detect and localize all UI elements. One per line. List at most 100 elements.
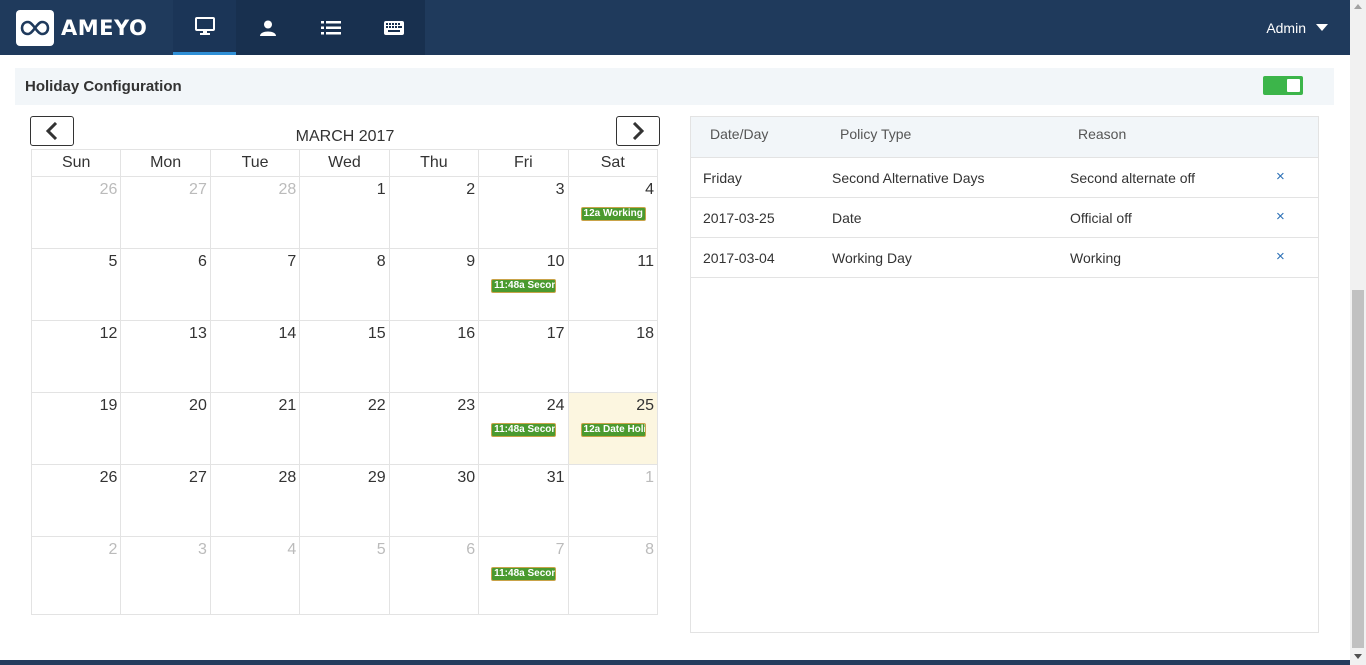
calendar-day[interactable]: 20 [120, 392, 211, 465]
day-number: 3 [197, 541, 207, 558]
calendar-day[interactable]: 7 11:48a Second Alternative Days [478, 536, 569, 615]
calendar-day[interactable]: 8 [299, 248, 390, 321]
calendar-day[interactable]: 3 [120, 536, 211, 615]
calendar-day[interactable]: 7 [209, 248, 301, 321]
policy-row[interactable]: 2017-03-04 Working Day Working × [691, 238, 1318, 278]
chevron-right-icon [632, 122, 645, 140]
tab-keyboard[interactable] [362, 0, 425, 55]
infinity-icon [16, 10, 54, 46]
calendar-day[interactable]: 22 [299, 392, 390, 465]
day-number: 29 [367, 469, 386, 486]
day-number: 7 [287, 253, 297, 270]
calendar-day[interactable]: 14 [209, 320, 301, 393]
calendar-day[interactable]: 13 [120, 320, 211, 393]
policy-type: Working Day [832, 250, 912, 266]
day-number: 26 [99, 469, 118, 486]
calendar-week: 5 6 7 8 9 10 11:48a Second Alternative Da… [30, 248, 659, 321]
calendar-day[interactable]: 2 [388, 176, 480, 249]
calendar-day[interactable]: 4 [209, 536, 301, 615]
policy-date: 2017-03-04 [703, 250, 775, 266]
calendar-day[interactable]: 1 [567, 464, 659, 537]
monitor-icon [194, 17, 215, 35]
calendar-day[interactable]: 26 [30, 464, 122, 537]
day-number: 22 [367, 397, 386, 414]
tab-list[interactable] [299, 0, 362, 55]
policy-date: 2017-03-25 [703, 210, 775, 226]
calendar-day[interactable]: 5 [299, 536, 390, 615]
calendar-day[interactable]: 16 [388, 320, 480, 393]
calendar-day[interactable]: 6 [388, 536, 480, 615]
day-number: 18 [636, 325, 654, 342]
calendar-day[interactable]: 21 [209, 392, 301, 465]
user-menu[interactable]: Admin [1266, 0, 1328, 55]
calendar-day-today[interactable]: 25 12a Date Holiday [567, 392, 659, 465]
calendar-event[interactable]: 12a Working Day [580, 207, 646, 221]
calendar-day[interactable]: 31 [478, 464, 569, 537]
scrollbar-thumb[interactable] [1352, 290, 1364, 648]
calendar-day[interactable]: 19 [30, 392, 122, 465]
calendar-week: 26 27 28 1 2 3 4 12a Working Day [30, 176, 659, 249]
calendar-event[interactable]: 11:48a Second Alternative Days [491, 423, 557, 437]
calendar-day[interactable]: 12 [30, 320, 122, 393]
calendar-day[interactable]: 11 [567, 248, 659, 321]
day-number: 1 [376, 181, 386, 198]
calendar-day[interactable]: 26 [30, 176, 122, 249]
list-icon [320, 20, 341, 34]
scroll-down-icon[interactable] [1354, 654, 1362, 659]
remove-policy-icon[interactable]: × [1276, 248, 1285, 265]
page-scrollbar[interactable] [1350, 0, 1366, 665]
policy-row[interactable]: 2017-03-25 Date Official off × [691, 198, 1318, 238]
calendar-day[interactable]: 29 [299, 464, 390, 537]
tab-user[interactable] [236, 0, 299, 55]
calendar-week: 12 13 14 15 16 17 18 [30, 320, 659, 393]
scroll-up-icon[interactable] [1354, 4, 1362, 9]
column-header-reason: Reason [1078, 126, 1127, 142]
day-number: 31 [546, 469, 565, 486]
calendar-day[interactable]: 10 11:48a Second Alternative Days [478, 248, 569, 321]
weekday-header: Wed [299, 149, 390, 177]
weekday-header: Fri [478, 149, 569, 177]
calendar-day[interactable]: 17 [478, 320, 569, 393]
policy-reason: Working [1070, 250, 1122, 266]
calendar-event[interactable]: 11:48a Second Alternative Days [491, 567, 557, 581]
calendar-day[interactable]: 28 [209, 464, 301, 537]
remove-policy-icon[interactable]: × [1276, 168, 1285, 185]
page-title: Holiday Configuration [25, 78, 182, 95]
calendar-day[interactable]: 5 [30, 248, 122, 321]
day-number: 8 [376, 253, 386, 270]
calendar-day[interactable]: 24 11:48a Second Alternative Days [478, 392, 569, 465]
ameyo-logo[interactable]: AMEYO [16, 10, 147, 46]
calendar-day[interactable]: 3 [478, 176, 569, 249]
calendar-event[interactable]: 12a Date Holiday [580, 423, 646, 437]
calendar-day[interactable]: 2 [30, 536, 122, 615]
policy-row[interactable]: Friday Second Alternative Days Second al… [691, 158, 1318, 198]
month-calendar: Sun Mon Tue Wed Thu Fri Sat 26 27 28 1 2… [30, 149, 659, 615]
calendar-day[interactable]: 15 [299, 320, 390, 393]
top-navbar: AMEYO Admin [0, 0, 1350, 55]
calendar-day[interactable]: 23 [388, 392, 480, 465]
day-number: 24 [546, 397, 565, 414]
calendar-day[interactable]: 6 [120, 248, 211, 321]
weekday-header: Tue [209, 149, 301, 177]
holiday-toggle[interactable] [1263, 76, 1303, 95]
calendar-day[interactable]: 30 [388, 464, 480, 537]
calendar-day[interactable]: 27 [120, 176, 211, 249]
user-name: Admin [1266, 19, 1306, 36]
day-number: 28 [278, 469, 297, 486]
calendar-day[interactable]: 28 [209, 176, 301, 249]
remove-policy-icon[interactable]: × [1276, 208, 1285, 225]
calendar-day[interactable]: 1 [299, 176, 390, 249]
day-number: 8 [645, 541, 654, 558]
calendar-day[interactable]: 9 [388, 248, 480, 321]
day-number: 26 [99, 181, 118, 198]
calendar-event[interactable]: 11:48a Second Alternative Days [491, 279, 557, 293]
next-month-button[interactable] [616, 116, 660, 146]
prev-month-button[interactable] [30, 116, 74, 146]
calendar-day[interactable]: 18 [567, 320, 659, 393]
user-icon [259, 20, 276, 36]
calendar-day[interactable]: 27 [120, 464, 211, 537]
calendar-day[interactable]: 8 [567, 536, 659, 615]
calendar-day[interactable]: 4 12a Working Day [567, 176, 659, 249]
day-number: 11 [637, 253, 654, 270]
tab-desktop[interactable] [173, 0, 236, 55]
